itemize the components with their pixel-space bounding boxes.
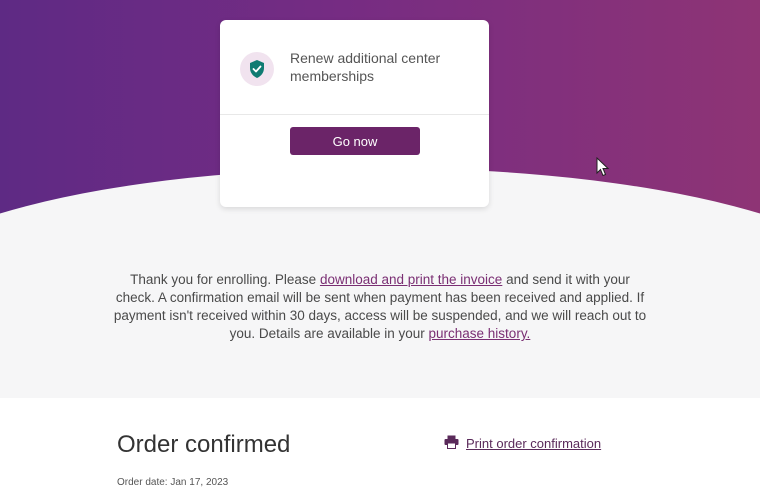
printer-icon [444, 435, 459, 452]
go-now-button[interactable]: Go now [290, 127, 420, 155]
enrollment-message: Thank you for enrolling. Please download… [110, 271, 650, 343]
print-order-link[interactable]: Print order confirmation [444, 435, 601, 452]
renew-card-title: Renew additional center memberships [290, 50, 441, 84]
order-title: Order confirmed [117, 431, 291, 458]
print-order-label: Print order confirmation [466, 436, 602, 451]
order-section: Order confirmed Print order confirmation… [0, 398, 760, 494]
purchase-history-link[interactable]: purchase history. [429, 326, 531, 341]
download-invoice-link[interactable]: download and print the invoice [320, 272, 502, 287]
renew-card: Renew additional center memberships Go n… [220, 20, 489, 207]
message-text-1: Thank you for enrolling. Please [130, 272, 320, 287]
mouse-cursor-icon [596, 157, 610, 177]
order-date: Order date: Jan 17, 2023 [117, 477, 229, 488]
shield-check-icon [240, 52, 274, 86]
renew-card-header: Renew additional center memberships [220, 20, 489, 115]
